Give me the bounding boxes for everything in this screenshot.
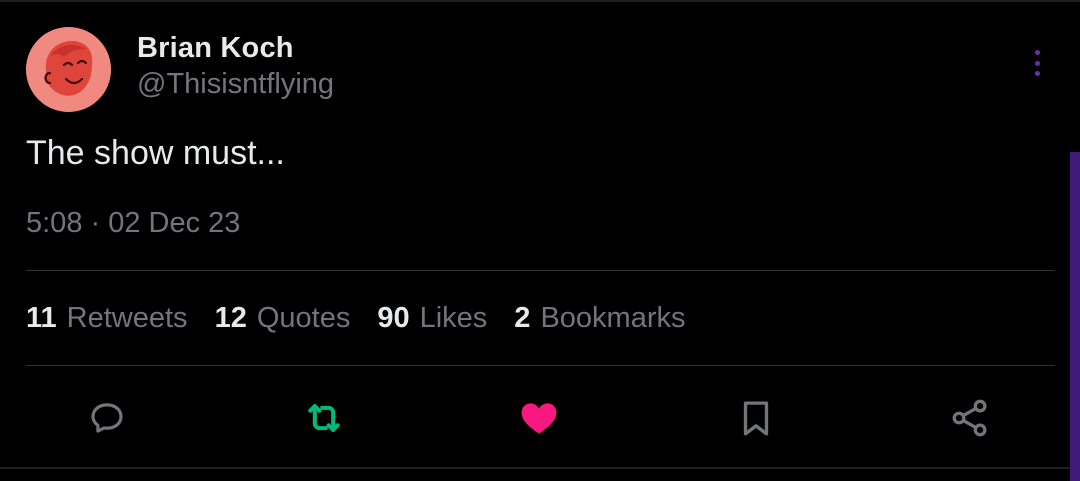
more-dot-icon xyxy=(1034,60,1040,66)
reply-icon xyxy=(91,403,123,433)
author-handle[interactable]: @Thisisntflying xyxy=(137,68,334,101)
scroll-indicator[interactable] xyxy=(1070,152,1080,481)
share-icon xyxy=(952,399,987,437)
divider xyxy=(26,365,1055,366)
author-display-name[interactable]: Brian Koch xyxy=(137,32,294,65)
stat-quotes[interactable]: 12 Quotes xyxy=(215,302,351,335)
stat-count: 2 xyxy=(514,302,531,334)
stat-count: 12 xyxy=(214,302,247,334)
heart-icon xyxy=(521,403,557,434)
retweet-icon xyxy=(308,404,340,432)
top-divider xyxy=(0,0,1080,2)
bottom-divider xyxy=(0,467,1080,469)
stat-likes[interactable]: 90 Likes xyxy=(377,302,487,335)
stat-label: Likes xyxy=(419,302,488,334)
reply-button[interactable] xyxy=(85,396,129,440)
more-dot-icon xyxy=(1034,71,1040,76)
avatar-face-icon xyxy=(26,27,111,112)
stat-count: 90 xyxy=(377,302,410,334)
bookmark-icon xyxy=(743,401,769,436)
more-dot-icon xyxy=(1034,50,1040,55)
share-button[interactable] xyxy=(948,396,992,440)
divider xyxy=(26,270,1055,271)
more-options-button[interactable] xyxy=(1024,48,1050,78)
tweet-text: The show must... xyxy=(26,134,285,172)
stat-retweets[interactable]: 11 Retweets xyxy=(26,302,188,335)
retweet-button[interactable] xyxy=(302,396,346,440)
bookmark-button[interactable] xyxy=(734,396,778,440)
stat-count: 11 xyxy=(26,302,57,334)
tweet-timestamp[interactable]: 5:08 · 02 Dec 23 xyxy=(26,207,240,240)
avatar[interactable] xyxy=(26,27,111,112)
stat-bookmarks[interactable]: 2 Bookmarks xyxy=(514,302,685,335)
stat-label: Bookmarks xyxy=(540,302,686,334)
stat-label: Retweets xyxy=(66,302,188,334)
like-button[interactable] xyxy=(517,396,561,440)
tweet-stats: 11 Retweets 12 Quotes 90 Likes 2 Bookmar… xyxy=(26,302,712,335)
stat-label: Quotes xyxy=(256,302,351,334)
